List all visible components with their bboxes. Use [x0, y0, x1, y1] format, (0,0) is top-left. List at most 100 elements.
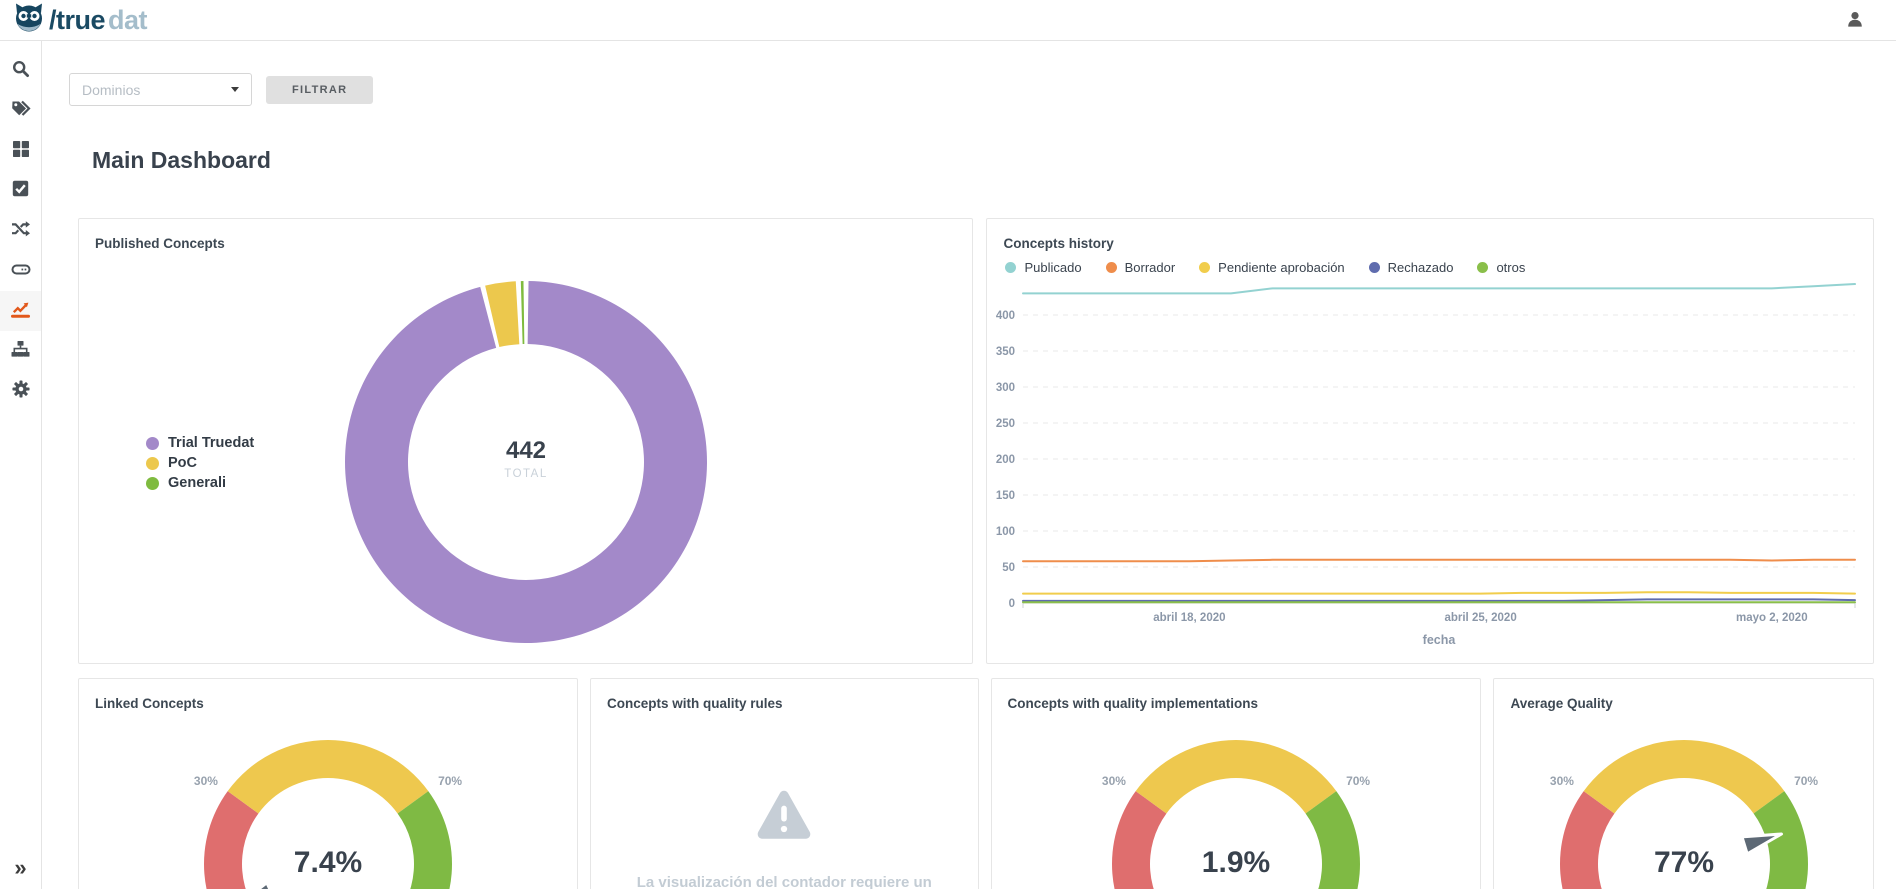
legend-item: Rechazado [1369, 260, 1454, 275]
counter-warning: La visualización del contador requiere u… [591, 787, 978, 889]
sidebar-item-taxonomy[interactable] [0, 91, 41, 131]
main-content: Dominios FILTRAR Main Dashboard Publishe… [42, 41, 1896, 889]
svg-text:70%: 70% [1794, 774, 1818, 788]
sidebar-item-quality[interactable] [0, 171, 41, 211]
check-square-icon [12, 180, 29, 202]
chart-line-icon [11, 300, 30, 323]
truedat-logo: /truedat [12, 3, 147, 38]
card-title: Concepts with quality implementations [992, 679, 1481, 711]
sidebar-item-dashboards[interactable] [0, 291, 41, 331]
sidebar-expand-button[interactable]: » [0, 853, 41, 889]
legend-label: Rechazado [1388, 260, 1454, 275]
history-legend: Publicado Borrador Pendiente aprobación Rec… [987, 251, 1873, 275]
legend-item: Generali [146, 475, 254, 491]
svg-text:77%: 77% [1654, 846, 1714, 879]
card-title: Average Quality [1494, 679, 1873, 711]
donut-legend: Trial Truedat PoC Generali [146, 435, 254, 495]
svg-text:abril 18, 2020: abril 18, 2020 [1154, 612, 1226, 624]
grid-icon [12, 140, 30, 163]
svg-text:300: 300 [996, 382, 1015, 394]
sidebar-item-settings[interactable] [0, 371, 41, 411]
app-header: /truedat [0, 0, 1896, 41]
legend-label: Trial Truedat [168, 435, 254, 451]
svg-text:7.4%: 7.4% [294, 846, 362, 879]
svg-text:30%: 30% [1102, 774, 1126, 788]
legend-dot-icon [1199, 262, 1210, 273]
sidebar-item-catalog[interactable] [0, 131, 41, 171]
svg-text:0: 0 [1009, 598, 1015, 610]
svg-text:30%: 30% [1550, 774, 1574, 788]
quality-rules-card: Concepts with quality rules La visualiza… [590, 678, 979, 889]
legend-item: Borrador [1106, 260, 1176, 275]
legend-label: Pendiente aprobación [1218, 260, 1345, 275]
published-concepts-card: Published Concepts Trial Truedat PoC Gener… [78, 218, 973, 664]
legend-item: PoC [146, 455, 254, 471]
svg-text:fecha: fecha [1423, 633, 1457, 647]
sidebar: » [0, 41, 42, 889]
server-icon [11, 260, 31, 283]
published-concepts-donut-chart: 442 TOTAL [336, 272, 716, 652]
svg-text:150: 150 [996, 490, 1015, 502]
average-quality-card: Average Quality 30% 70% 77% [1493, 678, 1874, 889]
quality-implementations-gauge-chart: 30% 70% 1.9% [1086, 709, 1386, 889]
shuffle-icon [11, 220, 31, 243]
user-icon [1846, 16, 1864, 31]
card-title: Published Concepts [79, 219, 972, 251]
svg-text:abril 25, 2020: abril 25, 2020 [1445, 612, 1517, 624]
user-menu-button[interactable] [1844, 8, 1866, 33]
legend-item: Publicado [1005, 260, 1081, 275]
legend-label: PoC [168, 455, 197, 471]
sidebar-item-data-sources[interactable] [0, 251, 41, 291]
concepts-history-line-chart: 050100150200250300350400abril 18, 2020ab… [987, 275, 1867, 659]
legend-dot-icon [146, 477, 159, 490]
legend-dot-icon [1106, 262, 1117, 273]
legend-item: Trial Truedat [146, 435, 254, 451]
legend-dot-icon [146, 457, 159, 470]
svg-text:TOTAL: TOTAL [504, 468, 548, 480]
legend-label: Generali [168, 475, 226, 491]
legend-item: Pendiente aprobación [1199, 260, 1345, 275]
svg-text:100: 100 [996, 526, 1015, 538]
svg-text:200: 200 [996, 454, 1015, 466]
chevron-down-icon [231, 87, 239, 92]
legend-dot-icon [1005, 262, 1016, 273]
warning-message: La visualización del contador requiere u… [591, 874, 978, 889]
svg-text:442: 442 [506, 437, 546, 464]
card-title: Concepts with quality rules [591, 679, 978, 711]
card-title: Linked Concepts [79, 679, 577, 711]
card-title: Concepts history [987, 219, 1873, 251]
svg-text:70%: 70% [1346, 774, 1370, 788]
svg-text:mayo 2, 2020: mayo 2, 2020 [1736, 612, 1808, 624]
legend-dot-icon [146, 437, 159, 450]
svg-text:30%: 30% [194, 774, 218, 788]
linked-concepts-gauge-chart: 30% 70% 7.4% [178, 709, 478, 889]
page-title: Main Dashboard [92, 146, 1874, 174]
domain-select-placeholder: Dominios [82, 82, 140, 98]
svg-text:1.9%: 1.9% [1202, 846, 1270, 879]
concepts-history-card: Concepts history Publicado Borrador Pendie… [986, 218, 1874, 664]
sidebar-item-lineage[interactable] [0, 211, 41, 251]
logo-text-secondary: dat [108, 7, 147, 34]
quality-implementations-card: Concepts with quality implementations 30… [991, 678, 1482, 889]
sitemap-icon [11, 340, 30, 363]
domain-select[interactable]: Dominios [69, 73, 252, 106]
legend-dot-icon [1369, 262, 1380, 273]
average-quality-gauge-chart: 30% 70% 77% [1534, 709, 1834, 889]
sidebar-item-structure[interactable] [0, 331, 41, 371]
tags-icon [11, 99, 31, 123]
svg-text:50: 50 [1003, 562, 1016, 574]
svg-text:250: 250 [996, 418, 1015, 430]
legend-label: otros [1496, 260, 1525, 275]
sidebar-item-search[interactable] [0, 51, 41, 91]
logo-text-primary: /true [49, 7, 105, 34]
filter-bar: Dominios FILTRAR [69, 73, 1874, 106]
filter-button[interactable]: FILTRAR [266, 76, 373, 104]
svg-text:70%: 70% [438, 774, 462, 788]
gear-icon [12, 380, 30, 403]
svg-text:400: 400 [996, 310, 1015, 322]
legend-label: Borrador [1125, 260, 1176, 275]
owl-logo-icon [12, 3, 46, 38]
legend-dot-icon [1477, 262, 1488, 273]
linked-concepts-card: Linked Concepts 30% 70% 7.4% [78, 678, 578, 889]
search-icon [12, 60, 30, 83]
